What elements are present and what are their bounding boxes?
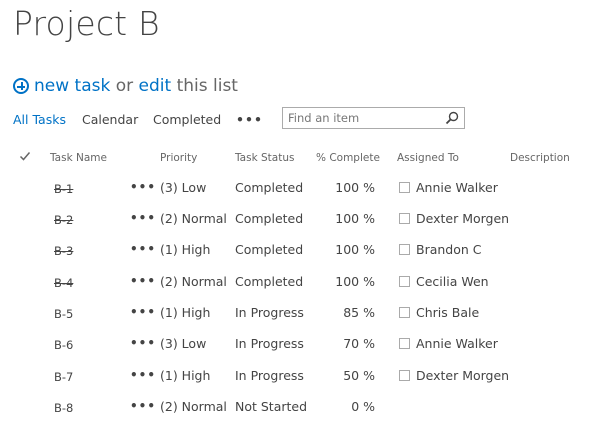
status-cell: Completed xyxy=(235,180,304,195)
or-text: or xyxy=(115,76,134,96)
status-cell: In Progress xyxy=(235,305,304,320)
row-menu-button[interactable]: ••• xyxy=(130,242,156,256)
priority-cell: (2) Normal xyxy=(160,274,227,289)
task-name-link[interactable]: B-5 xyxy=(54,307,73,321)
percent-cell: 100 % xyxy=(335,180,375,195)
assigned-cell: Chris Bale xyxy=(399,305,479,320)
task-name-link[interactable]: B-2 xyxy=(54,213,73,227)
task-name-link[interactable]: B-3 xyxy=(54,244,73,258)
this-list-text: this list xyxy=(176,76,238,96)
row-menu-button[interactable]: ••• xyxy=(130,211,156,225)
assignee-link[interactable]: Brandon C xyxy=(416,242,482,257)
percent-cell: 100 % xyxy=(335,242,375,257)
priority-cell: (3) Low xyxy=(160,180,207,195)
percent-cell: 50 % xyxy=(343,368,375,383)
row-menu-button[interactable]: ••• xyxy=(130,274,156,288)
presence-indicator-icon xyxy=(399,370,410,381)
assigned-cell: Brandon C xyxy=(399,242,482,257)
more-views-button[interactable]: ••• xyxy=(236,112,263,127)
presence-indicator-icon xyxy=(399,338,410,349)
task-name-link[interactable]: B-1 xyxy=(54,182,73,196)
column-header-percent-complete[interactable]: % Complete xyxy=(316,152,380,164)
assigned-cell: Dexter Morgen xyxy=(399,211,509,226)
task-name-link[interactable]: B-7 xyxy=(54,370,73,384)
table-row[interactable]: B-2 ••• (2) Normal Completed 100 % Dexte… xyxy=(0,211,601,242)
assigned-cell: Annie Walker xyxy=(399,180,498,195)
task-name-link[interactable]: B-4 xyxy=(54,276,73,290)
percent-cell: 70 % xyxy=(343,336,375,351)
page-title: Project B xyxy=(13,4,160,43)
presence-indicator-icon xyxy=(399,213,410,224)
search-box[interactable] xyxy=(282,107,465,129)
view-calendar[interactable]: Calendar xyxy=(82,112,138,127)
select-all-checkmark-icon[interactable] xyxy=(19,150,31,162)
status-cell: Completed xyxy=(235,274,304,289)
new-task-link[interactable]: new task xyxy=(34,76,110,96)
assignee-link[interactable]: Annie Walker xyxy=(416,180,498,195)
task-name-link[interactable]: B-6 xyxy=(54,338,73,352)
column-header-task-name[interactable]: Task Name xyxy=(50,152,107,164)
presence-indicator-icon xyxy=(399,182,410,193)
row-menu-button[interactable]: ••• xyxy=(130,368,156,382)
status-cell: Completed xyxy=(235,211,304,226)
percent-cell: 100 % xyxy=(335,211,375,226)
table-row[interactable]: B-7 ••• (1) High In Progress 50 % Dexter… xyxy=(0,368,601,399)
table-row[interactable]: B-4 ••• (2) Normal Completed 100 % Cecil… xyxy=(0,274,601,305)
add-circle-icon[interactable] xyxy=(13,78,29,94)
percent-cell: 85 % xyxy=(343,305,375,320)
priority-cell: (1) High xyxy=(160,242,211,257)
table-row[interactable]: B-1 ••• (3) Low Completed 100 % Annie Wa… xyxy=(0,180,601,211)
presence-indicator-icon xyxy=(399,276,410,287)
presence-indicator-icon xyxy=(399,307,410,318)
assignee-link[interactable]: Annie Walker xyxy=(416,336,498,351)
priority-cell: (3) Low xyxy=(160,336,207,351)
status-cell: Not Started xyxy=(235,399,308,414)
table-row[interactable]: B-3 ••• (1) High Completed 100 % Brandon… xyxy=(0,242,601,273)
assignee-link[interactable]: Dexter Morgen xyxy=(416,368,509,383)
table-row[interactable]: B-6 ••• (3) Low In Progress 70 % Annie W… xyxy=(0,336,601,367)
status-cell: In Progress xyxy=(235,368,304,383)
assigned-cell: Cecilia Wen xyxy=(399,274,489,289)
search-input[interactable] xyxy=(288,111,438,125)
percent-cell: 0 % xyxy=(351,399,375,414)
task-name-link[interactable]: B-8 xyxy=(54,401,73,415)
edit-list-link[interactable]: edit xyxy=(139,76,172,96)
status-cell: Completed xyxy=(235,242,304,257)
assigned-cell: Annie Walker xyxy=(399,336,498,351)
column-header-description[interactable]: Description xyxy=(510,152,570,164)
view-completed[interactable]: Completed xyxy=(153,112,221,127)
row-menu-button[interactable]: ••• xyxy=(130,336,156,350)
priority-cell: (2) Normal xyxy=(160,399,227,414)
priority-cell: (1) High xyxy=(160,305,211,320)
row-menu-button[interactable]: ••• xyxy=(130,305,156,319)
command-bar: new task or edit this list xyxy=(13,76,238,96)
table-row[interactable]: B-8 ••• (2) Normal Not Started 0 % xyxy=(0,399,601,430)
assignee-link[interactable]: Dexter Morgen xyxy=(416,211,509,226)
percent-cell: 100 % xyxy=(335,274,375,289)
view-all-tasks[interactable]: All Tasks xyxy=(13,112,66,127)
priority-cell: (1) High xyxy=(160,368,211,383)
status-cell: In Progress xyxy=(235,336,304,351)
assignee-link[interactable]: Chris Bale xyxy=(416,305,479,320)
row-menu-button[interactable]: ••• xyxy=(130,399,156,413)
row-menu-button[interactable]: ••• xyxy=(130,180,156,194)
table-row[interactable]: B-5 ••• (1) High In Progress 85 % Chris … xyxy=(0,305,601,336)
presence-indicator-icon xyxy=(399,244,410,255)
priority-cell: (2) Normal xyxy=(160,211,227,226)
column-header-priority[interactable]: Priority xyxy=(160,152,197,164)
assigned-cell: Dexter Morgen xyxy=(399,368,509,383)
assignee-link[interactable]: Cecilia Wen xyxy=(416,274,489,289)
search-icon[interactable] xyxy=(445,111,459,125)
column-header-assigned-to[interactable]: Assigned To xyxy=(397,152,459,164)
column-header-task-status[interactable]: Task Status xyxy=(235,152,294,164)
